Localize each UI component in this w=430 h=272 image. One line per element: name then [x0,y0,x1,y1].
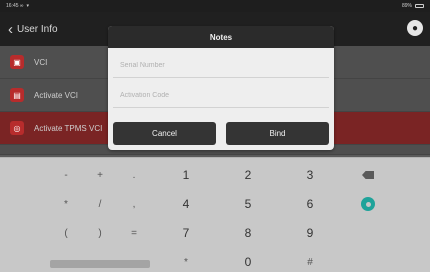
backspace-icon [362,171,374,179]
page-title: User Info [17,23,58,35]
serial-number-field [113,54,329,78]
go-icon [361,197,375,211]
vci-icon: ▤ [10,88,24,102]
cancel-button[interactable]: Cancel [113,122,216,145]
status-bar: 16:45 ∞ ▾ 89% [0,0,430,12]
activation-code-field [113,84,329,108]
battery-icon [415,4,424,8]
serial-number-input[interactable] [113,55,329,76]
key-7[interactable]: 7 [156,221,216,245]
key-equals[interactable]: = [104,221,164,245]
dialog-buttons: Cancel Bind [113,122,329,145]
key-comma[interactable]: , [104,192,164,216]
home-icon[interactable]: ● [407,20,423,36]
key-4[interactable]: 4 [156,192,216,216]
status-time: 16:45 ∞ [6,3,24,9]
backspace-key[interactable] [338,163,398,187]
key-8[interactable]: 8 [218,221,278,245]
dialog-title: Notes [108,26,334,48]
key-dot[interactable]: . [104,163,164,187]
lock-icon: ▣ [10,55,24,69]
key-3[interactable]: 3 [280,163,340,187]
bind-button[interactable]: Bind [226,122,329,145]
back-icon[interactable]: ‹ [8,22,13,37]
key-9[interactable]: 9 [280,221,340,245]
tpms-icon: ◎ [10,121,24,135]
go-key[interactable] [338,192,398,216]
key-5[interactable]: 5 [218,192,278,216]
key-star[interactable]: * [156,250,216,272]
wifi-icon: ▾ [26,3,29,9]
key-hash[interactable]: # [280,250,340,272]
menu-item-label: Activate VCI [34,90,79,100]
screen: 16:45 ∞ ▾ 89% ‹ User Info ● ▣ VCI ▤ Acti… [0,0,430,272]
numeric-keyboard: - + . 1 2 3 * / , 4 5 6 ( ) = 7 8 9 * 0 … [0,157,430,272]
battery-percent: 89% [401,3,412,9]
space-bar[interactable] [50,260,150,268]
key-1[interactable]: 1 [156,163,216,187]
key-0[interactable]: 0 [218,250,278,272]
key-6[interactable]: 6 [280,192,340,216]
key-2[interactable]: 2 [218,163,278,187]
menu-item-label: Activate TPMS VCI [34,123,103,133]
activation-code-input[interactable] [113,85,329,106]
menu-item-label: VCI [34,57,48,67]
notes-dialog: Notes Cancel Bind [108,26,334,150]
